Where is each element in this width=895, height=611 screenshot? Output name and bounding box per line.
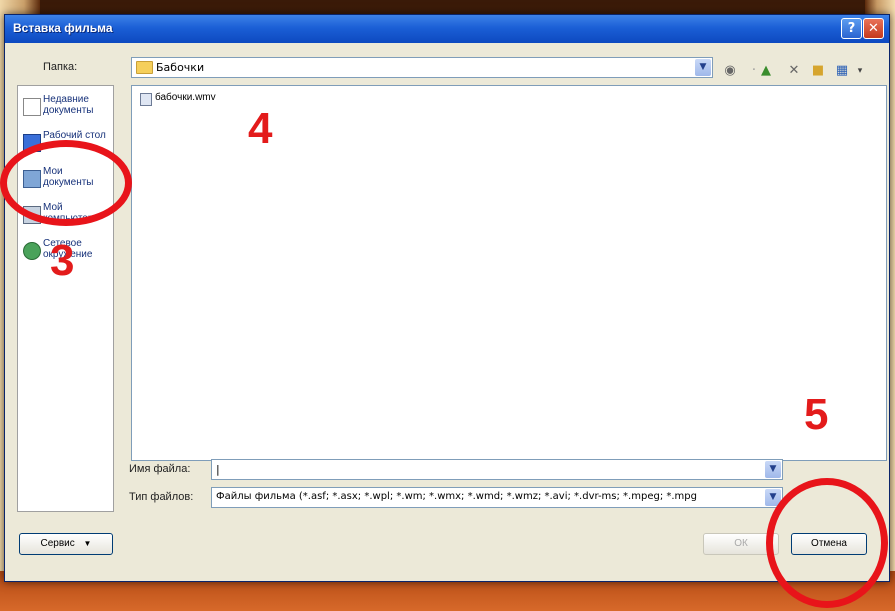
video-file-icon [140, 93, 152, 106]
chevron-down-icon[interactable]: ▼ [695, 59, 711, 76]
annotation-ring-places [0, 140, 132, 226]
up-folder-icon[interactable]: ▲ [757, 63, 775, 79]
close-button[interactable]: ✕ [863, 18, 884, 39]
file-list[interactable]: бабочки.wmv [131, 85, 887, 461]
annotation-ring-cancel [766, 478, 888, 608]
folder-combo[interactable]: Бабочки ▼ [131, 57, 713, 78]
service-label: Сервис [40, 538, 75, 549]
folder-icon [136, 61, 153, 74]
back-icon[interactable]: ◉ [721, 63, 739, 79]
filetype-label: Тип файлов: [129, 491, 194, 503]
filename-input[interactable]: | ▼ [211, 459, 783, 480]
view-dropdown-icon[interactable]: ▾ [851, 63, 869, 79]
chevron-down-icon[interactable]: ▼ [765, 461, 781, 478]
file-name: бабочки.wmv [155, 92, 216, 103]
recent-docs-icon [23, 98, 41, 116]
window-title: Вставка фильма [13, 21, 113, 35]
filetype-value: Файлы фильма (*.asf; *.asx; *.wpl; *.wm;… [216, 491, 697, 502]
network-icon [23, 242, 41, 260]
place-recent[interactable]: Недавние документы [21, 94, 113, 124]
view-menu-icon[interactable]: ▦ [833, 63, 851, 79]
annotation-number-5: 5 [804, 390, 829, 439]
place-label: Рабочий стол [43, 130, 106, 141]
annotation-number-4: 4 [248, 104, 273, 153]
folder-value: Бабочки [156, 61, 205, 74]
insert-movie-dialog: Вставка фильма ? ✕ Папка: Бабочки ▼ ◉ · … [4, 14, 890, 582]
delete-icon[interactable]: ✕ [785, 63, 803, 79]
help-button[interactable]: ? [841, 18, 862, 39]
filename-value: | [216, 463, 220, 476]
title-bar[interactable]: Вставка фильма ? ✕ [5, 15, 889, 43]
filetype-select[interactable]: Файлы фильма (*.asf; *.asx; *.wpl; *.wm;… [211, 487, 783, 508]
new-folder-icon[interactable]: ■ [809, 63, 827, 79]
folder-label: Папка: [43, 61, 78, 73]
annotation-number-3: 3 [50, 236, 75, 285]
filename-label: Имя файла: [129, 463, 191, 475]
service-button[interactable]: Сервис ▼ [19, 533, 113, 555]
place-label: Недавние документы [43, 94, 94, 116]
chevron-down-icon: ▼ [83, 539, 92, 548]
